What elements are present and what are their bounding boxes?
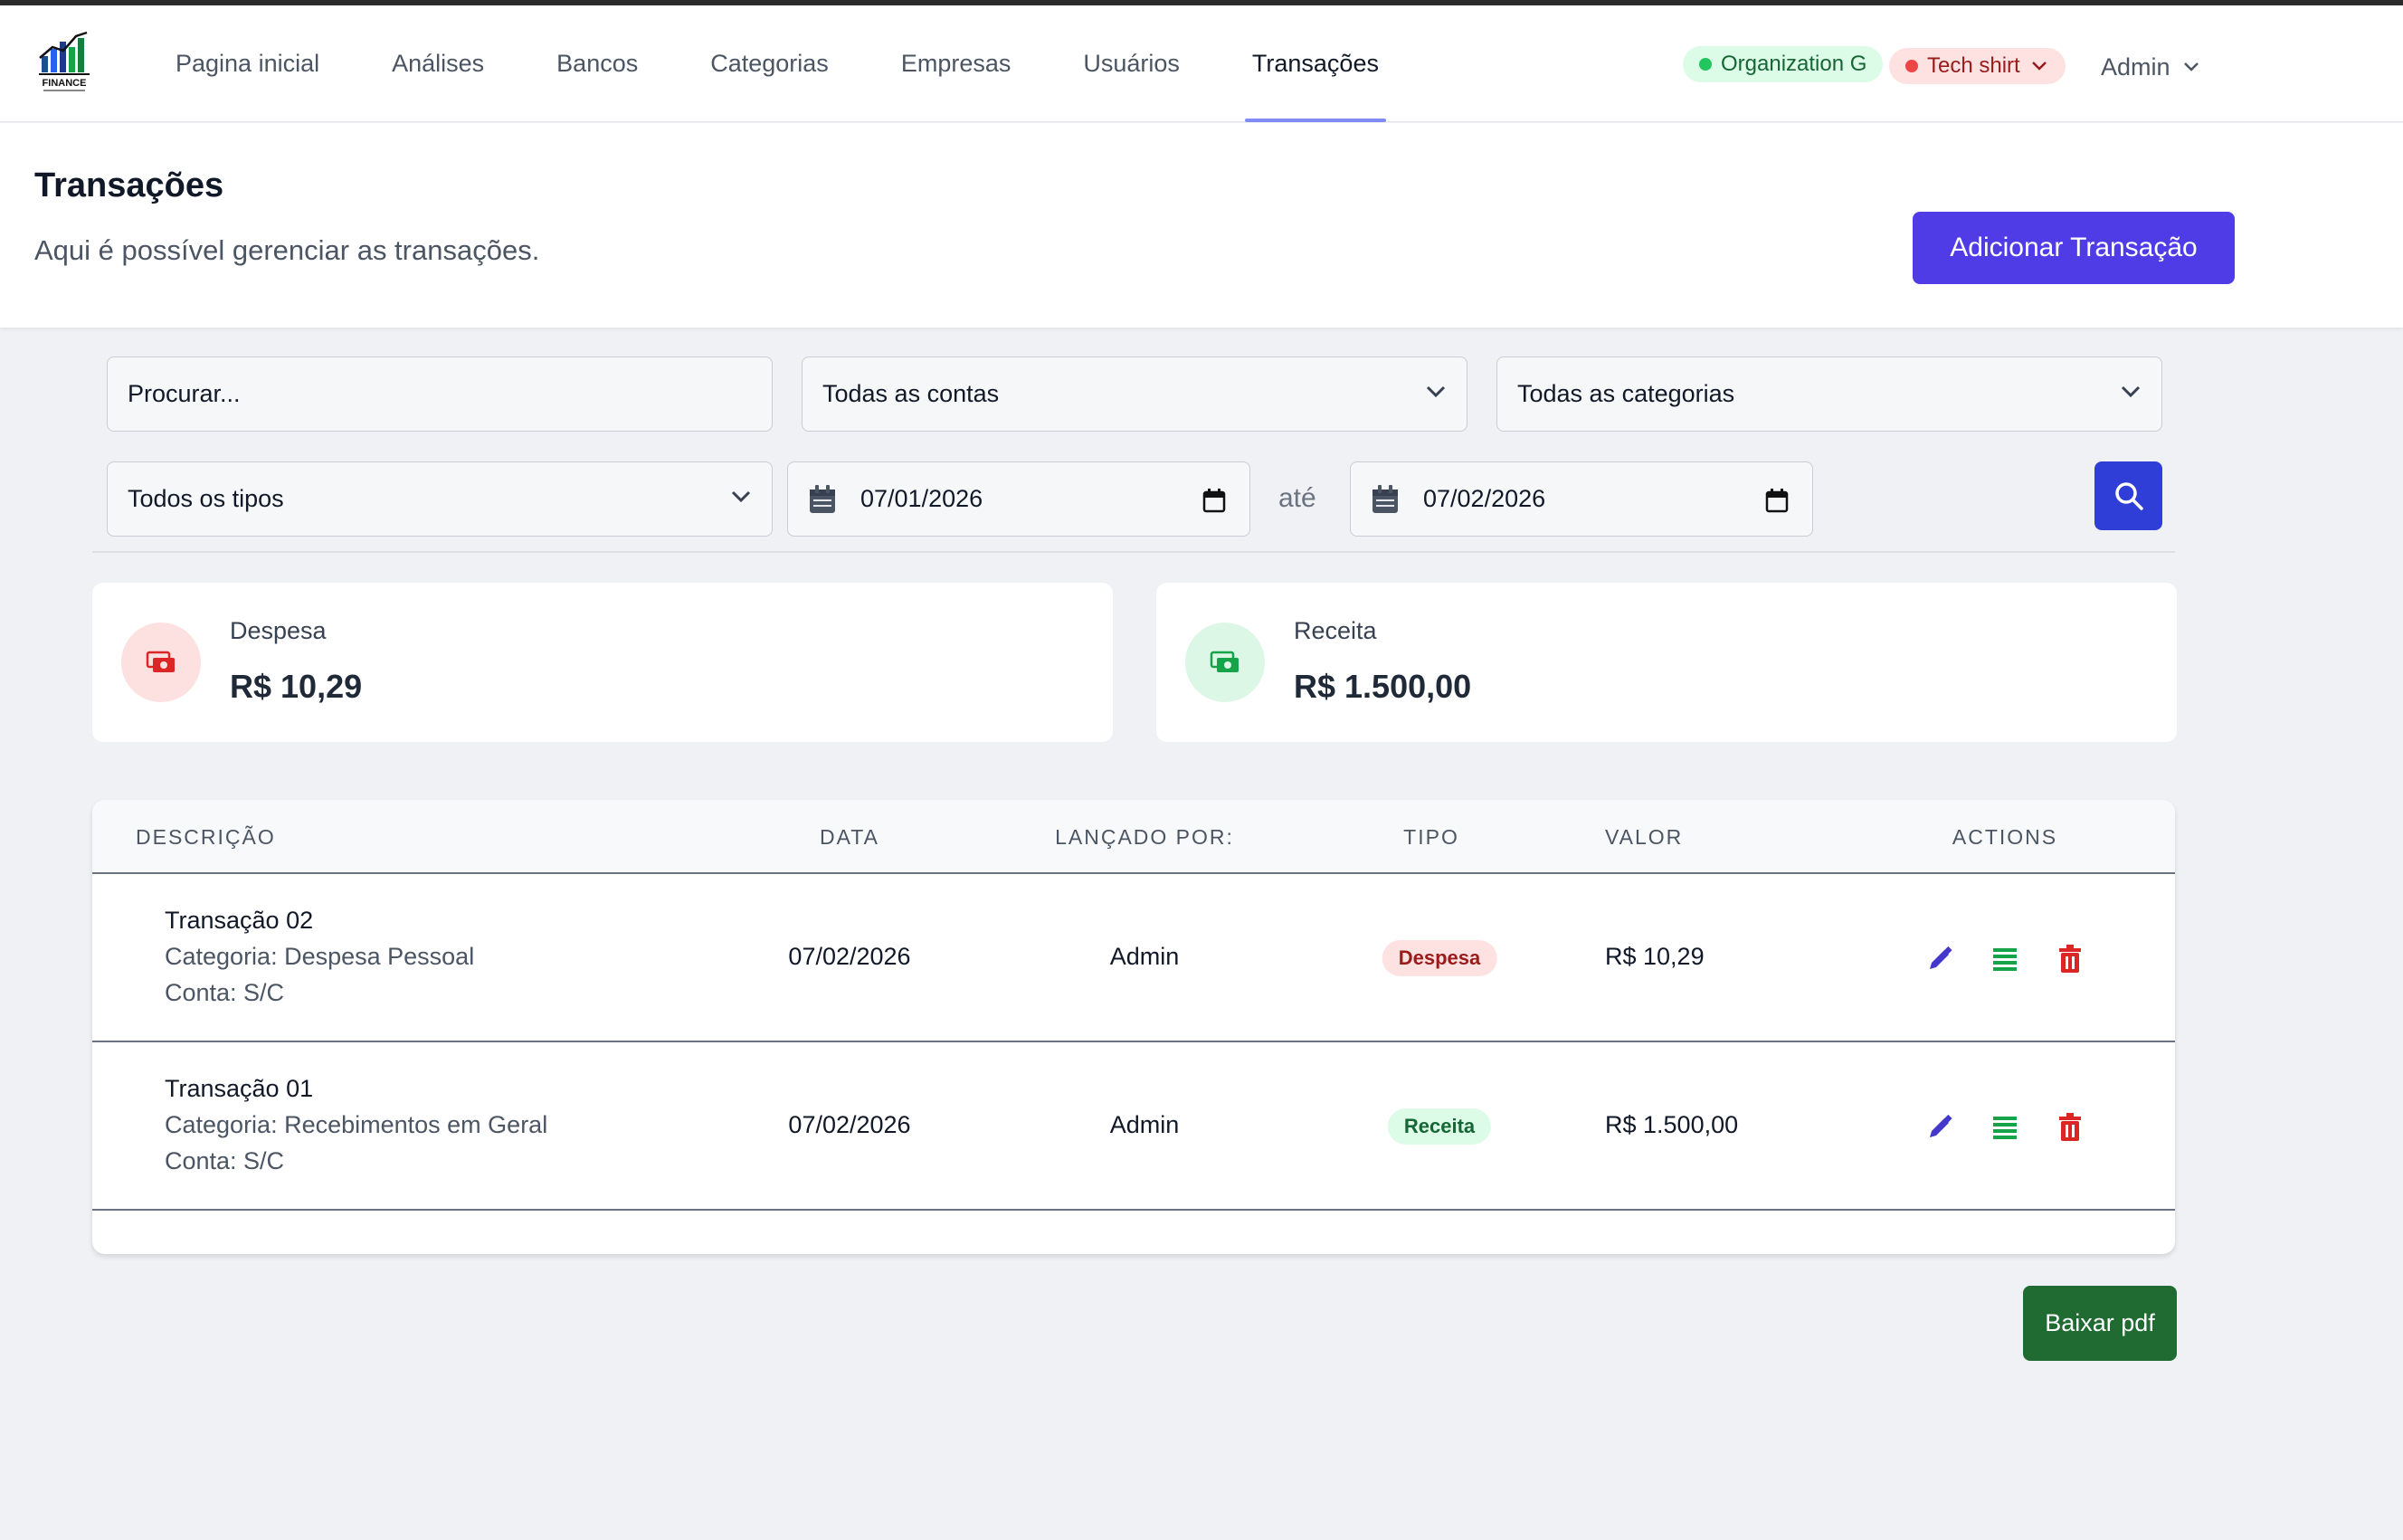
finance-logo[interactable]: FINANCE <box>36 29 92 96</box>
edit-icon[interactable] <box>1925 1113 1954 1142</box>
filters-divider <box>92 551 2175 553</box>
search-input[interactable]: Procurar... <box>107 356 773 432</box>
calendar-icon <box>808 484 837 515</box>
delete-trash-icon[interactable] <box>2056 1113 2085 1142</box>
type-select[interactable]: Todos os tipos <box>107 461 773 537</box>
transaction-category: Categoria: Despesa Pessoal <box>165 943 475 970</box>
transactions-table: DESCRIÇÃO DATA LANÇADO POR: TIPO VALOR A… <box>92 800 2175 1254</box>
category-select-value: Todas as categorias <box>1517 380 1735 407</box>
category-select[interactable]: Todas as categorias <box>1496 356 2162 432</box>
transaction-date: 07/02/2026 <box>788 1111 911 1138</box>
transaction-posted-by: Admin <box>1109 943 1180 970</box>
nav-item-companies[interactable]: Empresas <box>901 5 1012 122</box>
nav-item-analytics[interactable]: Análises <box>392 5 484 122</box>
transaction-title: Transação 01 <box>165 1075 314 1102</box>
nav-item-banks[interactable]: Bancos <box>556 5 638 122</box>
transaction-account: Conta: S/C <box>165 1147 285 1174</box>
expense-summary-card: Despesa R$ 10,29 <box>92 583 1113 742</box>
date-to-input[interactable]: 07/02/2026 <box>1350 461 1813 537</box>
nav-item-transactions[interactable]: Transações <box>1244 5 1387 122</box>
column-header-value: VALOR <box>1605 825 1684 849</box>
account-select[interactable]: Todas as contas <box>802 356 1467 432</box>
delete-trash-icon[interactable] <box>2056 945 2085 974</box>
search-icon <box>2114 482 2143 510</box>
chevron-down-icon <box>1426 385 1446 398</box>
nav-item-categories[interactable]: Categorias <box>710 5 829 122</box>
income-summary-card: Receita R$ 1.500,00 <box>1156 583 2177 742</box>
top-navbar: FINANCE Pagina inicial Análises Bancos C… <box>0 5 2403 122</box>
type-badge: Receita <box>1387 1108 1492 1145</box>
add-transaction-button[interactable]: Adicionar Transação <box>1913 212 2235 284</box>
chevron-down-icon <box>731 490 751 503</box>
account-select-value: Todas as contas <box>822 380 1000 407</box>
transaction-date: 07/02/2026 <box>788 943 911 970</box>
expense-icon <box>121 623 201 702</box>
column-header-actions: ACTIONS <box>1952 825 2058 849</box>
chevron-down-icon <box>2183 62 2199 71</box>
company-selector[interactable]: Tech shirt <box>1889 48 2066 84</box>
type-select-value: Todos os tipos <box>128 485 284 512</box>
nav-item-users[interactable]: Usuários <box>1083 5 1180 122</box>
transaction-account: Conta: S/C <box>165 979 285 1006</box>
organization-badge: Organization G <box>1683 46 1884 82</box>
column-header-description: DESCRIÇÃO <box>136 825 276 849</box>
expense-amount: R$ 10,29 <box>230 668 363 705</box>
date-from-input[interactable]: 07/01/2026 <box>787 461 1250 537</box>
chevron-down-icon <box>2031 62 2047 71</box>
column-header-type: TIPO <box>1403 825 1459 849</box>
table-header: DESCRIÇÃO DATA LANÇADO POR: TIPO VALOR A… <box>92 800 2175 874</box>
organization-name: Organization G <box>1721 52 1867 76</box>
search-button[interactable] <box>2094 461 2162 530</box>
table-row: Transação 01 Categoria: Recebimentos em … <box>92 1042 2175 1211</box>
date-from-value: 07/01/2026 <box>860 485 983 512</box>
chevron-down-icon <box>2121 385 2141 398</box>
status-dot <box>1699 58 1712 71</box>
main-nav: Pagina inicial Análises Bancos Categoria… <box>176 5 1451 122</box>
page-header: Transações Aqui é possível gerenciar as … <box>0 123 2403 328</box>
user-name: Admin <box>2101 52 2170 81</box>
download-pdf-button[interactable]: Baixar pdf <box>2023 1286 2177 1361</box>
transaction-value: R$ 10,29 <box>1605 943 1705 970</box>
search-placeholder: Procurar... <box>128 380 241 407</box>
status-dot <box>1905 60 1918 72</box>
calendar-icon <box>1371 484 1400 515</box>
column-header-posted-by: LANÇADO POR: <box>1055 825 1234 849</box>
details-list-icon[interactable] <box>1990 945 2019 974</box>
page-title: Transações <box>34 166 224 204</box>
income-icon <box>1185 623 1265 702</box>
company-name: Tech shirt <box>1927 53 2020 78</box>
page-subtitle: Aqui é possível gerenciar as transações. <box>34 234 540 266</box>
calendar-picker-icon[interactable] <box>1765 488 1789 513</box>
date-to-value: 07/02/2026 <box>1423 485 1546 512</box>
details-list-icon[interactable] <box>1990 1113 2019 1142</box>
table-row: Transação 02 Categoria: Despesa Pessoal … <box>92 874 2175 1042</box>
income-label: Receita <box>1294 617 1377 644</box>
transaction-value: R$ 1.500,00 <box>1605 1111 1739 1138</box>
transaction-posted-by: Admin <box>1109 1111 1180 1138</box>
svg-text:FINANCE: FINANCE <box>43 78 87 89</box>
type-badge: Despesa <box>1382 940 1497 976</box>
income-amount: R$ 1.500,00 <box>1294 668 1472 705</box>
user-menu[interactable]: Admin <box>2101 49 2199 85</box>
column-header-date: DATA <box>820 825 879 849</box>
nav-item-home[interactable]: Pagina inicial <box>176 5 319 122</box>
transaction-category: Categoria: Recebimentos em Geral <box>165 1111 548 1138</box>
edit-icon[interactable] <box>1925 945 1954 974</box>
calendar-picker-icon[interactable] <box>1202 488 1226 513</box>
expense-label: Despesa <box>230 617 327 644</box>
date-range-separator: até <box>1278 483 1316 513</box>
transaction-title: Transação 02 <box>165 907 314 934</box>
